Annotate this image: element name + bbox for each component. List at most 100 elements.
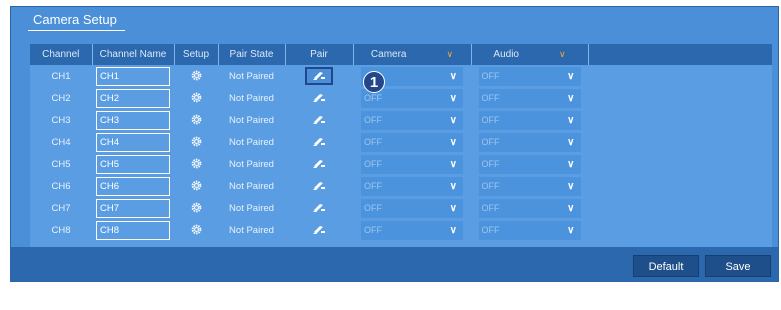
pair-button[interactable] [305, 155, 333, 173]
col-audio[interactable]: Audio ∨ [471, 44, 589, 65]
default-button[interactable]: Default [633, 255, 699, 277]
gear-icon[interactable] [191, 71, 202, 82]
chevron-down-icon: ∨ [558, 49, 566, 59]
camera-dropdown[interactable]: OFF ∨ [361, 110, 463, 130]
channel-name-input[interactable]: CH8 [96, 220, 170, 240]
table-row: CH3 CH3 Not Paired OFF ∨ OFF ∨ [30, 109, 772, 131]
channel-name-cell: CH3 [92, 109, 174, 131]
empty-cell [588, 197, 772, 219]
pair-button[interactable] [305, 177, 333, 195]
chevron-down-icon: ∨ [449, 70, 457, 82]
pair-state-cell: Not Paired [229, 180, 274, 192]
gear-icon[interactable] [191, 159, 202, 170]
table-row: CH2 CH2 Not Paired OFF ∨ OFF ∨ [30, 87, 772, 109]
empty-cell [588, 153, 772, 175]
channel-cell: CH7 [51, 202, 71, 214]
col-pair-state: Pair State [218, 44, 286, 65]
channel-name-input[interactable]: CH7 [96, 198, 170, 218]
chevron-down-icon: ∨ [567, 136, 575, 148]
save-button[interactable]: Save [705, 255, 771, 277]
audio-dropdown[interactable]: OFF ∨ [478, 154, 581, 174]
audio-dropdown[interactable]: OFF ∨ [478, 220, 581, 240]
channel-name-cell: CH8 [92, 219, 174, 241]
channel-name-input[interactable]: CH3 [96, 110, 170, 130]
setup-cell [174, 131, 218, 153]
pair-camera-icon [312, 223, 326, 238]
pair-button[interactable] [305, 89, 333, 107]
gear-icon[interactable] [191, 115, 202, 126]
channel-name-input[interactable]: CH5 [96, 154, 170, 174]
gear-icon[interactable] [191, 93, 202, 104]
chevron-down-icon: ∨ [449, 180, 457, 192]
chevron-down-icon: ∨ [446, 49, 454, 59]
camera-value: OFF [364, 115, 382, 125]
camera-value: OFF [364, 137, 382, 147]
pair-cell [285, 109, 353, 131]
chevron-down-icon: ∨ [449, 202, 457, 214]
pair-camera-icon [312, 179, 326, 194]
camera-dropdown[interactable]: OFF ∨ [361, 198, 463, 218]
camera-dropdown[interactable]: OFF ∨ [361, 132, 463, 152]
channel-name-input[interactable]: CH6 [96, 176, 170, 196]
audio-cell: OFF ∨ [471, 153, 588, 175]
setup-cell [174, 65, 218, 87]
camera-value: OFF [364, 93, 382, 103]
title-underline [28, 30, 125, 31]
gear-icon[interactable] [191, 137, 202, 148]
audio-dropdown[interactable]: OFF ∨ [478, 88, 581, 108]
audio-dropdown[interactable]: OFF ∨ [478, 198, 581, 218]
channel-cell: CH6 [51, 180, 71, 192]
channel-cell: CH2 [51, 92, 71, 104]
table-row: CH7 CH7 Not Paired OFF ∨ OFF ∨ [30, 197, 772, 219]
pair-state-cell: Not Paired [229, 114, 274, 126]
col-camera[interactable]: Camera ∨ [353, 44, 472, 65]
col-camera-label: Camera [370, 49, 407, 60]
pair-camera-icon [312, 157, 326, 172]
pair-button[interactable] [305, 133, 333, 151]
camera-cell: OFF ∨ [353, 131, 471, 153]
camera-dropdown[interactable]: OFF ∨ [361, 176, 463, 196]
audio-dropdown[interactable]: OFF ∨ [478, 66, 581, 86]
gear-icon[interactable] [191, 203, 202, 214]
title-tab[interactable]: Camera Setup [22, 9, 125, 31]
pair-cell [285, 131, 353, 153]
col-pair: Pair [285, 44, 354, 65]
col-audio-label: Audio [493, 49, 519, 60]
pair-cell [285, 153, 353, 175]
audio-cell: OFF ∨ [471, 131, 588, 153]
pair-camera-icon [312, 69, 326, 84]
chevron-down-icon: ∨ [567, 202, 575, 214]
window-title: Camera Setup [33, 12, 117, 27]
pair-button[interactable] [305, 111, 333, 129]
camera-cell: OFF ∨ [353, 197, 471, 219]
channel-table: Channel Channel Name Setup Pair State Pa… [30, 44, 772, 241]
channel-name-input[interactable]: CH2 [96, 88, 170, 108]
gear-icon[interactable] [191, 225, 202, 236]
camera-value: OFF [364, 181, 382, 191]
table-row: CH6 CH6 Not Paired OFF ∨ OFF ∨ [30, 175, 772, 197]
pair-state-cell: Not Paired [229, 158, 274, 170]
pair-camera-icon [312, 135, 326, 150]
camera-dropdown[interactable]: OFF ∨ [361, 220, 463, 240]
channel-name-input[interactable]: CH4 [96, 132, 170, 152]
audio-cell: OFF ∨ [471, 87, 588, 109]
channel-name-input[interactable]: CH1 [96, 66, 170, 86]
audio-dropdown[interactable]: OFF ∨ [478, 110, 581, 130]
camera-dropdown[interactable]: OFF ∨ [361, 154, 463, 174]
audio-cell: OFF ∨ [471, 65, 588, 87]
audio-dropdown[interactable]: OFF ∨ [478, 132, 581, 152]
pair-cell [285, 219, 353, 241]
channel-panel: Channel Channel Name Setup Pair State Pa… [30, 44, 772, 255]
pair-button[interactable] [305, 221, 333, 239]
pair-camera-icon [312, 91, 326, 106]
pair-button[interactable] [305, 67, 333, 85]
chevron-down-icon: ∨ [567, 92, 575, 104]
empty-cell [588, 219, 772, 241]
channel-cell: CH8 [51, 224, 71, 236]
pair-button[interactable] [305, 199, 333, 217]
table-row: CH4 CH4 Not Paired OFF ∨ OFF ∨ [30, 131, 772, 153]
gear-icon[interactable] [191, 181, 202, 192]
audio-dropdown[interactable]: OFF ∨ [478, 176, 581, 196]
camera-cell: OFF ∨ [353, 219, 471, 241]
setup-cell [174, 153, 218, 175]
